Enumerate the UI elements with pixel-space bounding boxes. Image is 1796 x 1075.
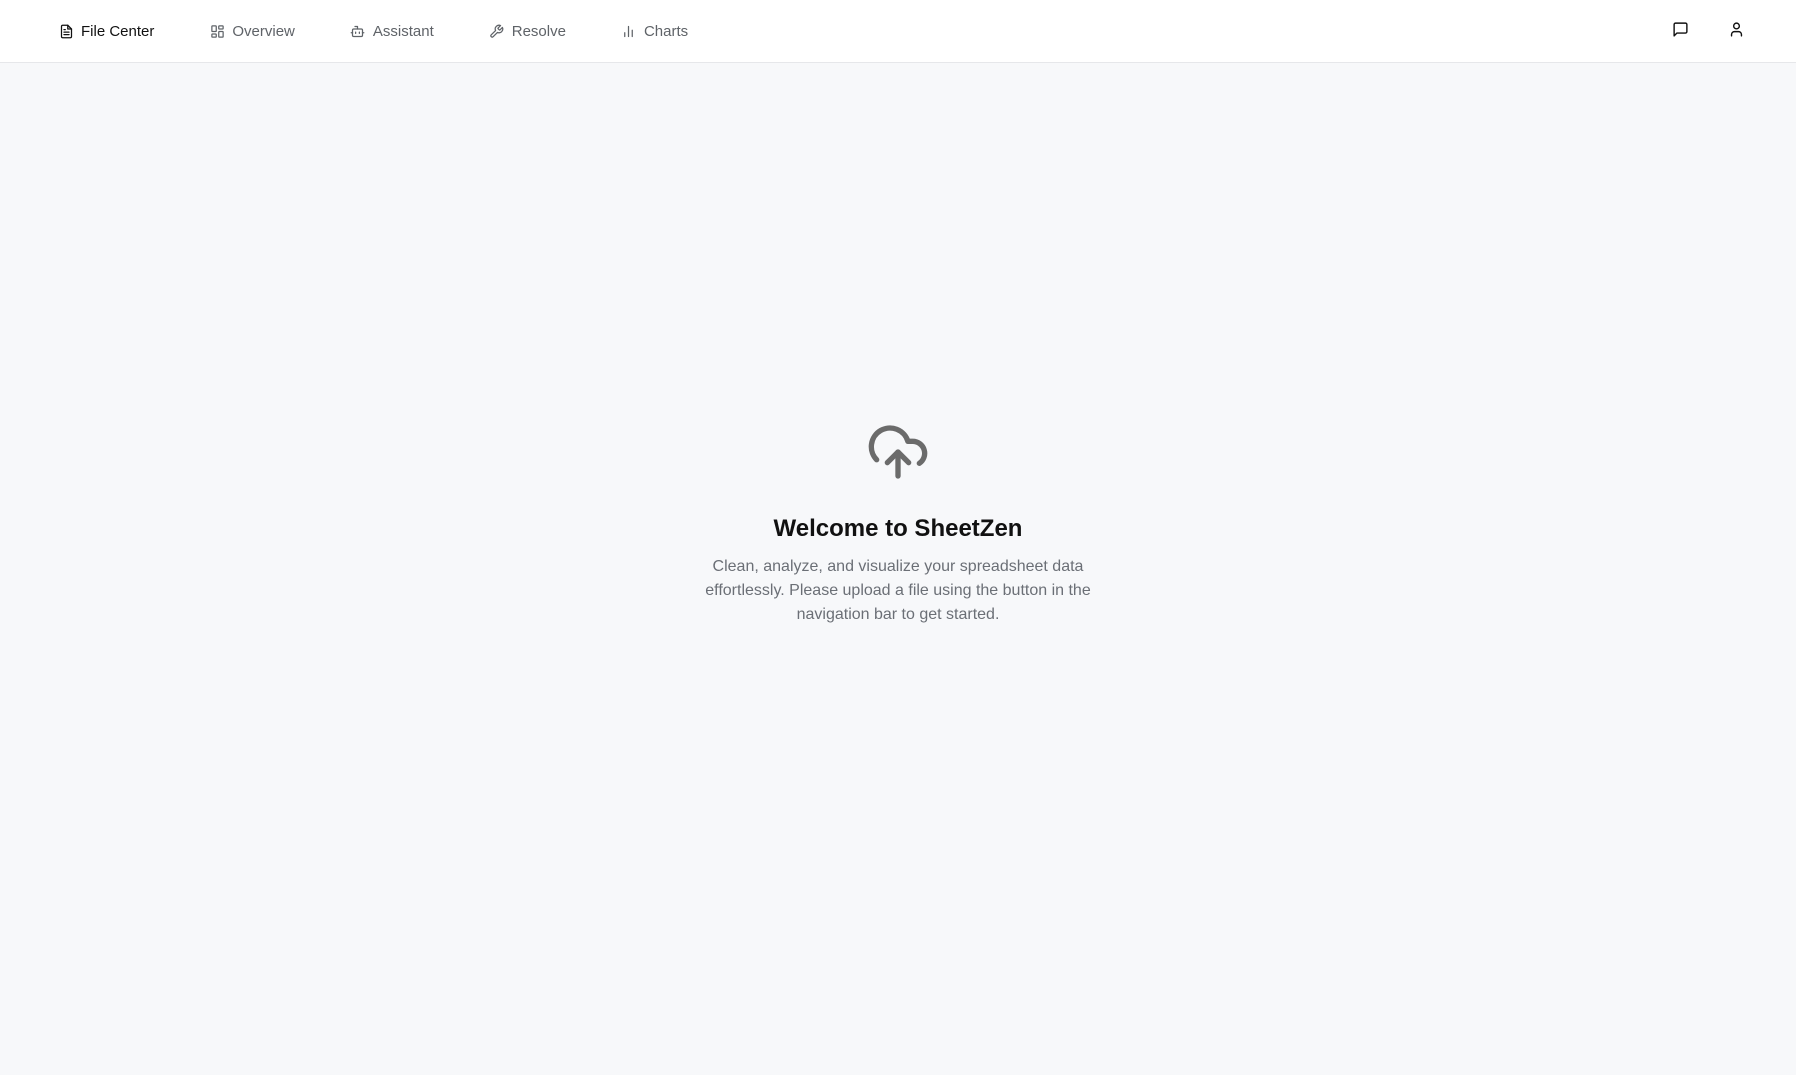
- nav-item-assistant[interactable]: Assistant: [350, 0, 434, 63]
- nav-item-label: Resolve: [511, 23, 566, 40]
- layout-grid-icon: [209, 24, 225, 40]
- main-nav: File Center Overview Assistant Resolve C…: [58, 0, 743, 63]
- nav-item-label: Assistant: [372, 23, 434, 40]
- bar-chart-icon: [621, 24, 637, 40]
- nav-item-file-center[interactable]: File Center: [58, 0, 154, 63]
- welcome-description: Clean, analyze, and visualize your sprea…: [705, 558, 1091, 623]
- nav-item-label: Charts: [643, 23, 689, 40]
- cloud-upload-icon: [866, 420, 930, 489]
- nav-item-label: Overview: [232, 23, 295, 40]
- message-square-icon: [1672, 21, 1689, 43]
- file-text-icon: [58, 24, 74, 40]
- feedback-button[interactable]: [1660, 12, 1700, 52]
- nav-item-label: File Center: [81, 23, 155, 40]
- bot-icon: [350, 24, 366, 40]
- nav-item-overview[interactable]: Overview: [209, 0, 295, 63]
- nav-item-resolve[interactable]: Resolve: [489, 0, 566, 63]
- wrench-icon: [489, 24, 505, 40]
- header-actions: [1644, 0, 1756, 63]
- top-navigation-bar: File Center Overview Assistant Resolve C…: [0, 0, 1796, 63]
- nav-item-charts[interactable]: Charts: [621, 0, 688, 63]
- user-icon: [1728, 21, 1745, 43]
- welcome-title: Welcome to SheetZen: [773, 515, 1023, 542]
- welcome-panel: Welcome to SheetZen Clean, analyze, and …: [0, 420, 1796, 627]
- profile-button[interactable]: [1716, 12, 1756, 52]
